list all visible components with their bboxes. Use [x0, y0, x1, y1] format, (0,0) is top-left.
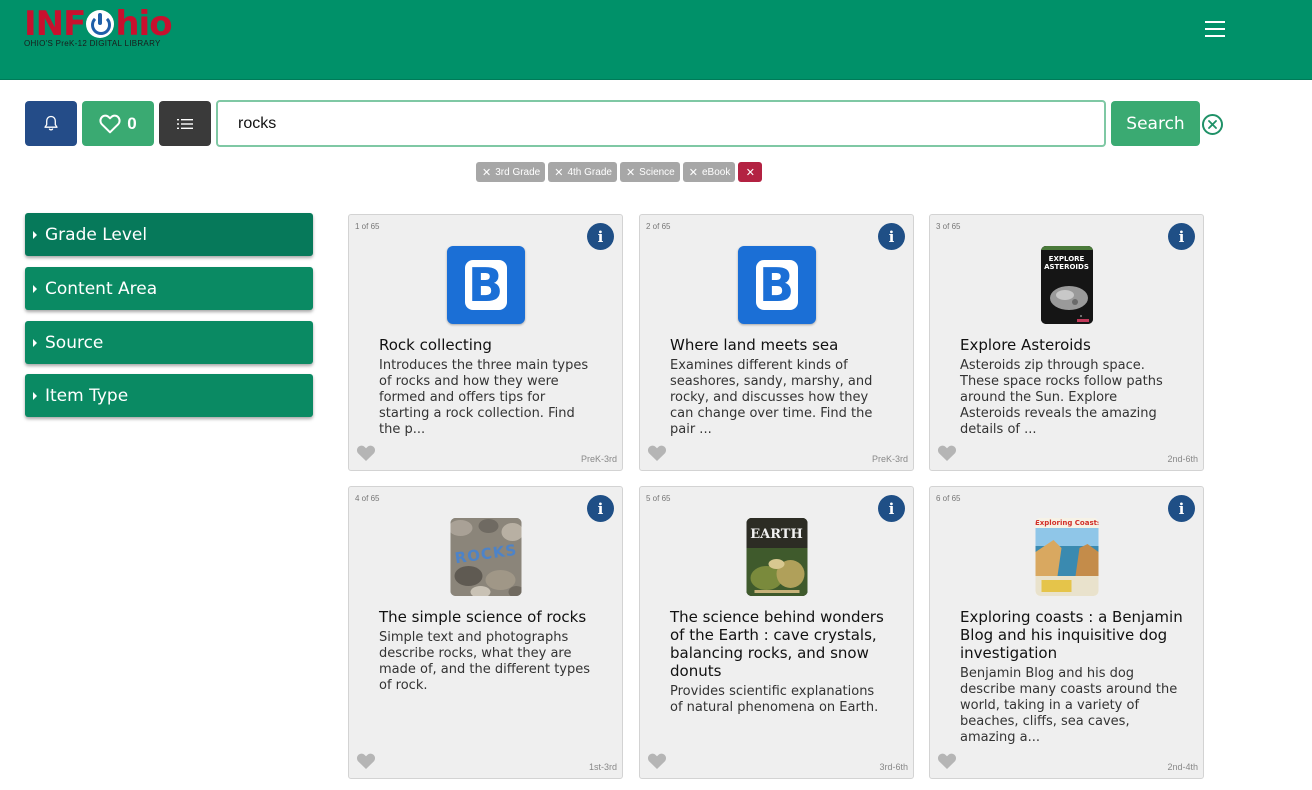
- info-icon[interactable]: i: [1168, 223, 1195, 250]
- result-card[interactable]: 4 of 65 i ROCKS The simple science of ro…: [348, 486, 623, 779]
- clear-search-icon[interactable]: [1202, 114, 1223, 135]
- heart-icon[interactable]: [356, 444, 376, 462]
- result-description: Asteroids zip through space. These space…: [960, 358, 1163, 437]
- logo-wordmark: INF hio: [24, 4, 173, 44]
- book-cover-image: EXPLORE ASTEROIDS: [1040, 246, 1093, 324]
- infohio-logo[interactable]: INF hio OHIO'S PreK-12 DIGITAL LIBRARY: [24, 6, 184, 52]
- book-cover-image: ROCKS: [450, 518, 521, 596]
- b-app-icon: B: [446, 246, 525, 324]
- facet-source[interactable]: Source: [25, 321, 313, 364]
- result-position: 5 of 65: [646, 494, 671, 503]
- filter-chip-4th-grade[interactable]: ✕ 4th Grade: [548, 162, 617, 182]
- facet-grade-level[interactable]: Grade Level: [25, 213, 313, 256]
- result-position: 1 of 65: [355, 222, 380, 231]
- book-cover-image: Exploring Coasts: [1035, 518, 1098, 596]
- power-icon: [86, 10, 115, 38]
- heart-icon[interactable]: [647, 752, 667, 770]
- remove-icon: ✕: [688, 166, 698, 179]
- close-icon: ✕: [745, 166, 755, 179]
- result-card[interactable]: 3 of 65 i EXPLORE ASTEROIDS Explore Aste…: [929, 214, 1204, 471]
- result-description: Examines different kinds of seashores, s…: [670, 358, 873, 437]
- caret-right-icon: [33, 338, 37, 347]
- notifications-button[interactable]: [25, 101, 77, 146]
- search-button[interactable]: Search: [1111, 101, 1200, 146]
- b-app-icon: B: [737, 246, 816, 324]
- result-card[interactable]: 2 of 65 i B Where land meets sea Examine…: [639, 214, 914, 471]
- info-icon[interactable]: i: [587, 223, 614, 250]
- filter-chip-3rd-grade[interactable]: ✕ 3rd Grade: [476, 162, 546, 182]
- heart-icon[interactable]: [937, 444, 957, 462]
- result-description: Simple text and photographs describe roc…: [379, 630, 591, 693]
- remove-icon: ✕: [482, 166, 492, 179]
- result-card[interactable]: 1 of 65 i B Rock collecting Introduces t…: [348, 214, 623, 471]
- caret-right-icon: [33, 391, 37, 400]
- result-description: Provides scientific explanations of natu…: [670, 684, 879, 715]
- favorites-button[interactable]: 0: [82, 101, 154, 146]
- active-filters: ✕ 3rd Grade ✕ 4th Grade ✕ Science ✕ eBook ✕: [476, 162, 763, 182]
- result-title[interactable]: Exploring coasts : a Benjamin Blog and h…: [960, 608, 1187, 662]
- heart-icon[interactable]: [647, 444, 667, 462]
- book-cover-image: EARTH: [746, 518, 807, 596]
- hamburger-menu-icon[interactable]: [1205, 21, 1225, 37]
- grade-range: 3rd-6th: [879, 762, 908, 772]
- site-header: INF hio OHIO'S PreK-12 DIGITAL LIBRARY: [0, 0, 1312, 80]
- result-position: 6 of 65: [936, 494, 961, 503]
- grade-range: 1st-3rd: [588, 762, 617, 772]
- info-icon[interactable]: i: [878, 495, 905, 522]
- info-icon[interactable]: i: [878, 223, 905, 250]
- result-card[interactable]: 5 of 65 i EARTH The science behind wonde…: [639, 486, 914, 779]
- heart-icon[interactable]: [356, 752, 376, 770]
- grade-range: PreK-3rd: [580, 454, 617, 464]
- caret-right-icon: [33, 230, 37, 239]
- heart-outline-icon: [99, 114, 121, 133]
- remove-icon: ✕: [625, 166, 636, 179]
- facet-content-area[interactable]: Content Area: [25, 267, 313, 310]
- result-title[interactable]: Rock collecting: [379, 336, 606, 354]
- grade-range: 2nd-4th: [1167, 762, 1198, 772]
- caret-right-icon: [33, 284, 37, 293]
- clear-all-filters-button[interactable]: ✕: [738, 162, 763, 182]
- result-description: Introduces the three main types of rocks…: [379, 358, 589, 437]
- facet-item-type[interactable]: Item Type: [25, 374, 313, 417]
- result-title[interactable]: The simple science of rocks: [379, 608, 606, 626]
- filter-chip-science[interactable]: ✕ Science: [619, 162, 680, 182]
- result-position: 3 of 65: [936, 222, 961, 231]
- result-description: Benjamin Blog and his dog describe many …: [960, 666, 1178, 745]
- grade-range: PreK-3rd: [871, 454, 908, 464]
- result-card[interactable]: 6 of 65 i Exploring Coasts Exploring coa…: [929, 486, 1204, 779]
- result-position: 4 of 65: [355, 494, 380, 503]
- search-input[interactable]: [216, 100, 1106, 147]
- list-icon: [177, 118, 193, 129]
- result-title[interactable]: Where land meets sea: [670, 336, 897, 354]
- remove-icon: ✕: [554, 166, 564, 179]
- result-title[interactable]: The science behind wonders of the Earth …: [670, 608, 897, 680]
- result-title[interactable]: Explore Asteroids: [960, 336, 1187, 354]
- heart-icon[interactable]: [937, 752, 957, 770]
- grade-range: 2nd-6th: [1167, 454, 1198, 464]
- info-icon[interactable]: i: [1168, 495, 1195, 522]
- bell-icon: [44, 115, 58, 131]
- info-icon[interactable]: i: [587, 495, 614, 522]
- list-view-button[interactable]: [159, 101, 211, 146]
- result-position: 2 of 65: [646, 222, 671, 231]
- filter-chip-ebook[interactable]: ✕ eBook: [682, 162, 736, 182]
- logo-tagline: OHIO'S PreK-12 DIGITAL LIBRARY: [24, 39, 161, 48]
- favorites-count: 0: [127, 113, 137, 133]
